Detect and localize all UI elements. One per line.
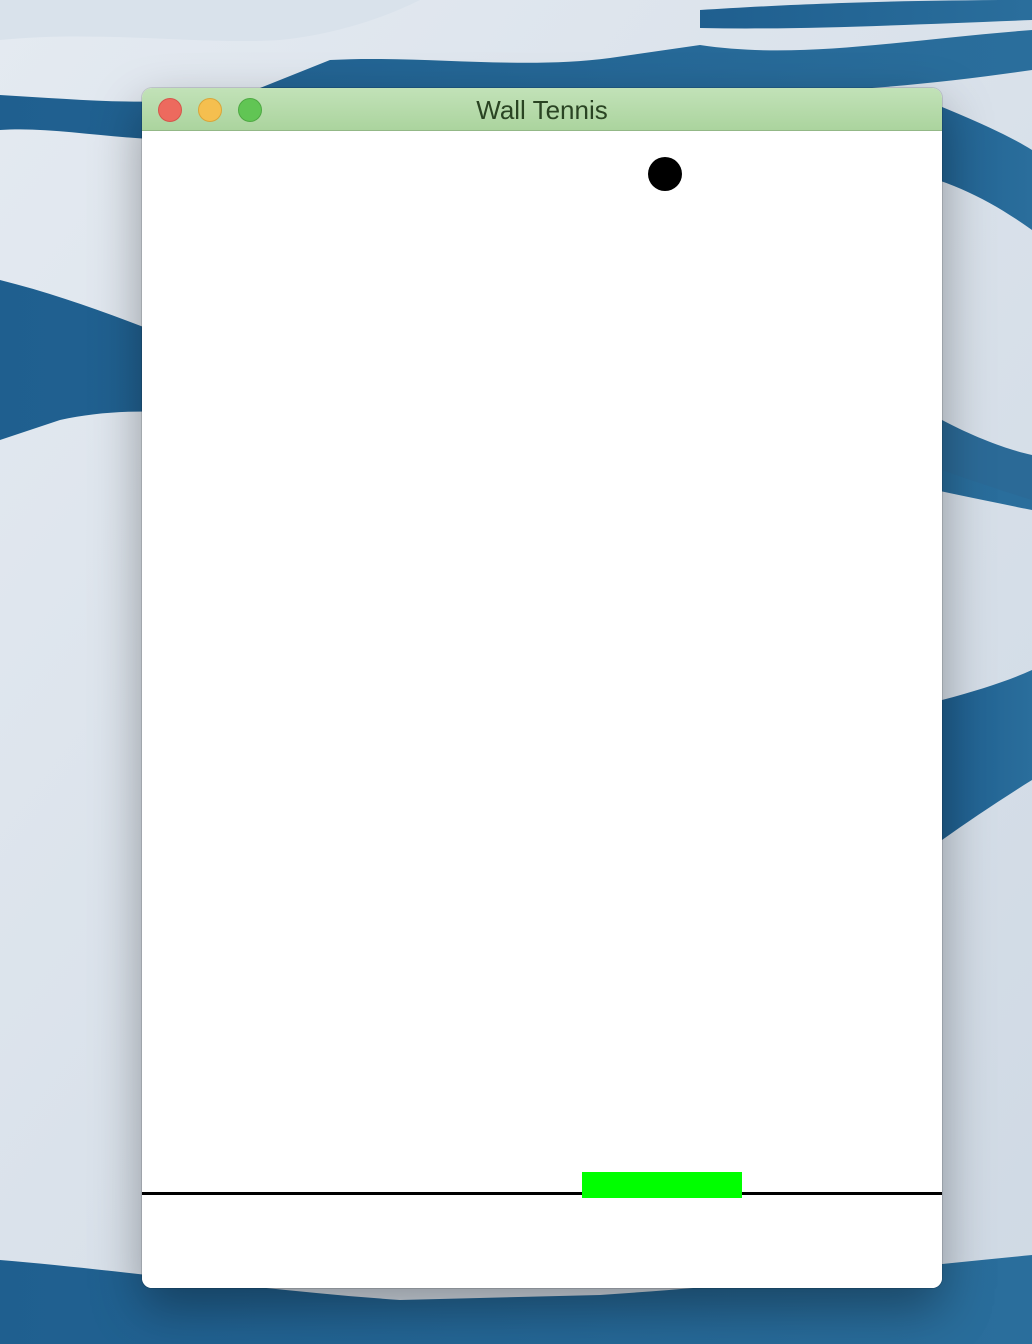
window-title: Wall Tennis bbox=[476, 95, 608, 125]
close-icon[interactable] bbox=[158, 98, 182, 122]
paddle[interactable] bbox=[582, 1172, 742, 1198]
floor-line bbox=[142, 1192, 942, 1195]
ball bbox=[648, 157, 682, 191]
game-canvas[interactable] bbox=[142, 131, 942, 1288]
zoom-icon[interactable] bbox=[238, 98, 262, 122]
game-window: Wall Tennis bbox=[142, 88, 942, 1288]
title-bar[interactable]: Wall Tennis bbox=[142, 88, 942, 131]
minimize-icon[interactable] bbox=[198, 98, 222, 122]
